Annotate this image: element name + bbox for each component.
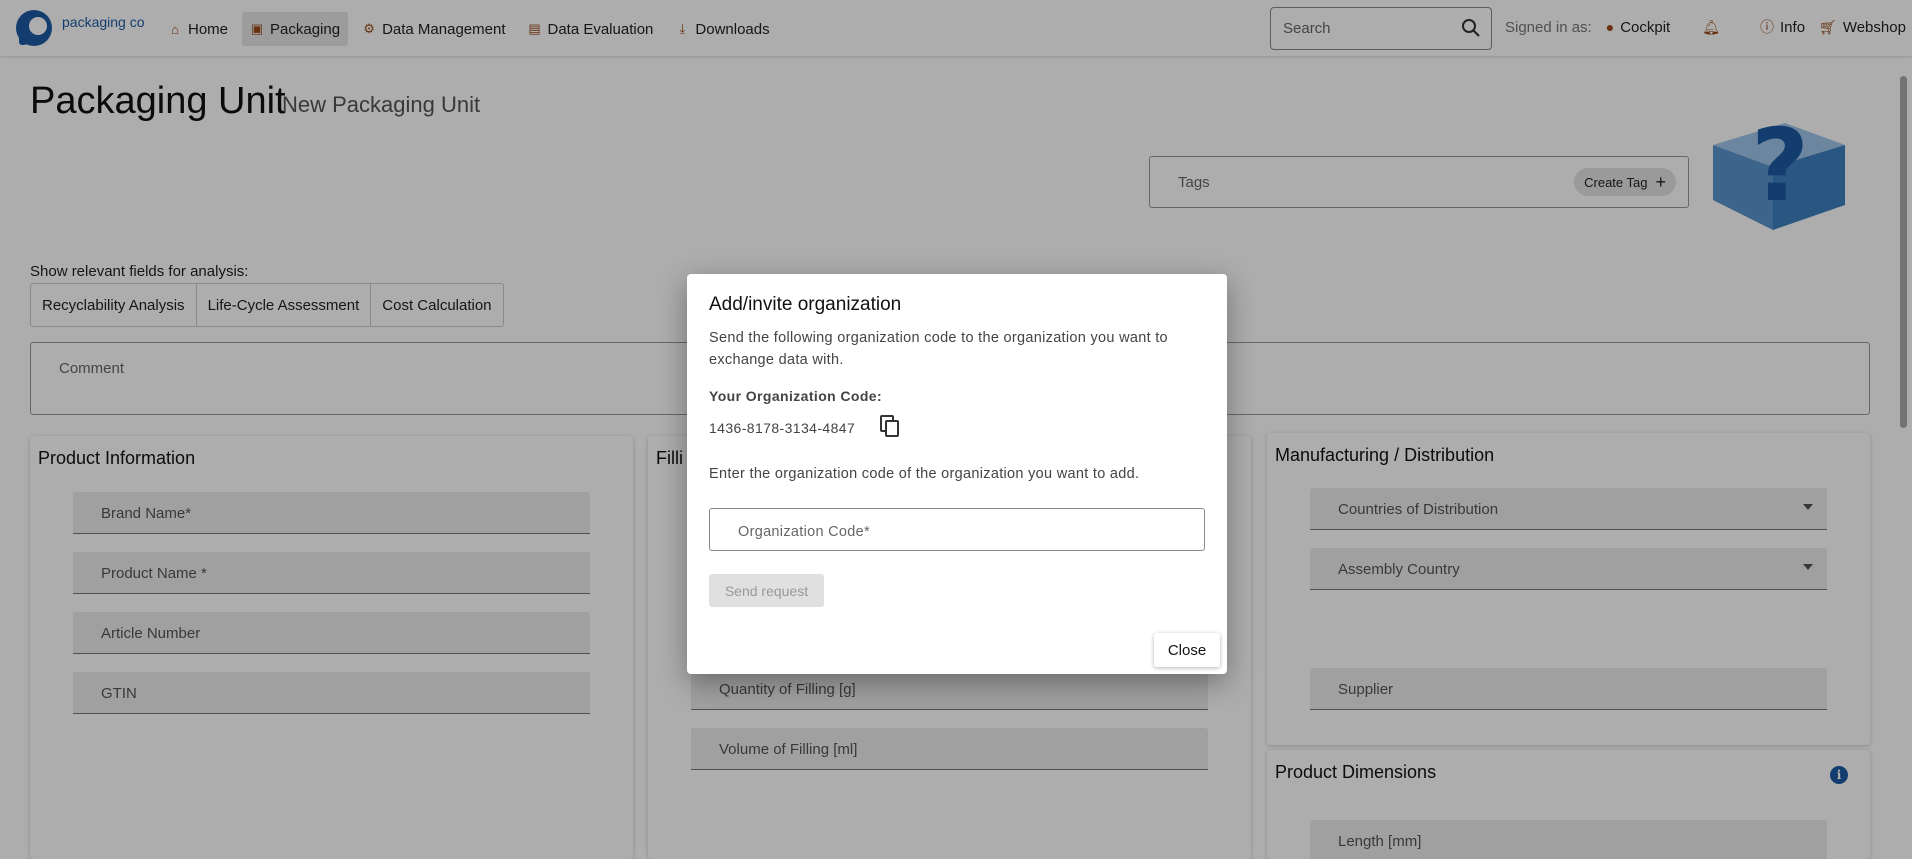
close-button[interactable]: Close xyxy=(1154,633,1220,667)
copy-icon[interactable] xyxy=(879,414,901,438)
dialog-description: Send the following organization code to … xyxy=(709,330,1168,368)
organization-code-input[interactable]: Organization Code* xyxy=(709,508,1205,551)
add-organization-dialog: Add/invite organization Send the followi… xyxy=(687,274,1227,674)
organization-code-label: Your Organization Code: xyxy=(709,388,883,404)
dialog-title: Add/invite organization xyxy=(709,294,902,315)
organization-code-input-label: Organization Code* xyxy=(738,524,870,540)
send-request-button[interactable]: Send request xyxy=(709,574,824,607)
enter-code-instruction: Enter the organization code of the organ… xyxy=(709,466,1140,482)
organization-code-value: 1436-8178-3134-4847 xyxy=(709,420,856,436)
